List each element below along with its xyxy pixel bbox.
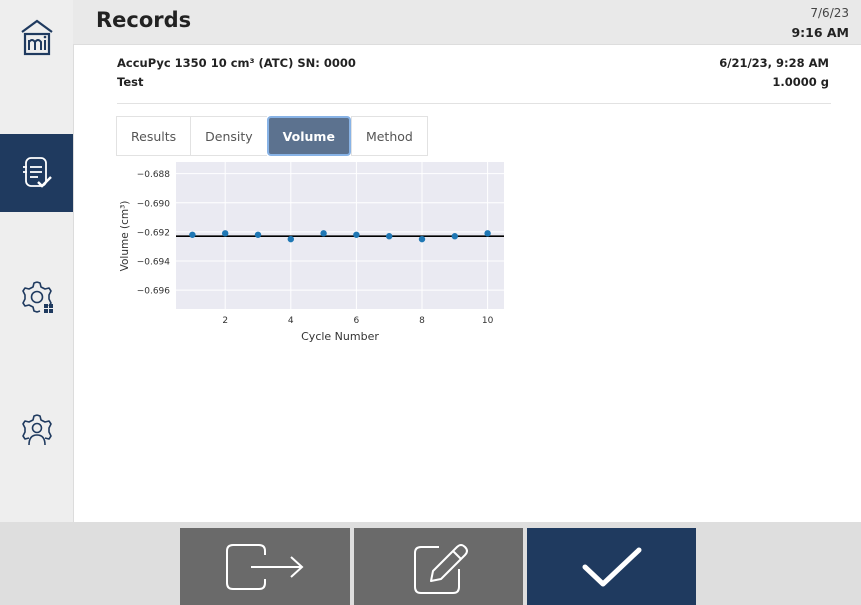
- y-tick-label: −0.694: [137, 257, 171, 267]
- edit-pencil-icon: [413, 543, 468, 594]
- sidebar: [0, 0, 74, 522]
- records-checklist-icon: [22, 157, 52, 188]
- sidebar-item-settings[interactable]: [0, 258, 73, 336]
- data-point: [287, 235, 294, 243]
- data-point: [189, 231, 196, 238]
- checkmark-icon: [582, 547, 641, 586]
- data-point: [254, 231, 262, 238]
- header-time: 9:16 AM: [791, 25, 849, 40]
- y-tick-labels: −0.688 −0.690 −0.692 −0.694 −0.696: [137, 170, 171, 296]
- sample-mass: 1.0000 g: [772, 75, 829, 89]
- volume-chart: −0.688 −0.690 −0.692 −0.694 −0.696 2 4 6 8 10 Cy…: [119, 162, 504, 343]
- home-logo-icon: [20, 19, 53, 56]
- data-point: [222, 230, 229, 237]
- x-tick-labels: 2 4 6 8 10: [222, 316, 493, 326]
- y-tick-label: −0.688: [137, 170, 171, 180]
- y-tick-label: −0.696: [137, 287, 171, 297]
- tab-volume[interactable]: Volume: [266, 116, 351, 156]
- x-tick-label: 6: [354, 316, 360, 326]
- data-point: [353, 231, 360, 238]
- sample-name: Test: [117, 75, 144, 89]
- divider: [117, 103, 831, 104]
- y-axis-label: Volume (cm³): [119, 201, 131, 272]
- data-point: [320, 230, 327, 237]
- x-tick-label: 10: [482, 316, 494, 326]
- tab-method[interactable]: Method: [350, 116, 428, 156]
- x-tick-label: 8: [419, 316, 425, 326]
- x-axis-label: Cycle Number: [301, 330, 379, 343]
- settings-apps-icon: [21, 281, 53, 313]
- header-bar: Records 7/6/23 9:16 AM: [73, 0, 861, 45]
- tab-bar: Results Density Volume Method: [116, 116, 428, 156]
- tab-results[interactable]: Results: [116, 116, 191, 156]
- header-date: 7/6/23: [810, 6, 849, 20]
- sidebar-item-records[interactable]: [0, 134, 73, 212]
- x-tick-label: 4: [288, 316, 294, 326]
- y-tick-label: −0.692: [137, 228, 170, 238]
- data-point: [484, 230, 491, 237]
- user-settings-icon: [21, 414, 52, 446]
- edit-button[interactable]: [354, 528, 523, 605]
- sidebar-item-user-settings[interactable]: [0, 392, 73, 470]
- exit-arrow-icon: [226, 543, 304, 590]
- y-tick-label: −0.690: [137, 199, 171, 209]
- data-point: [451, 233, 458, 240]
- tab-density[interactable]: Density: [190, 116, 267, 156]
- data-point: [418, 235, 426, 243]
- confirm-button[interactable]: [527, 528, 696, 605]
- instrument-label: AccuPyc 1350 10 cm³ (ATC) SN: 0000: [117, 56, 356, 70]
- page-title: Records: [96, 8, 192, 32]
- record-datetime: 6/21/23, 9:28 AM: [719, 56, 829, 70]
- home-button[interactable]: [0, 8, 73, 68]
- exit-button[interactable]: [180, 528, 350, 605]
- x-tick-label: 2: [222, 316, 228, 326]
- data-point: [386, 233, 393, 240]
